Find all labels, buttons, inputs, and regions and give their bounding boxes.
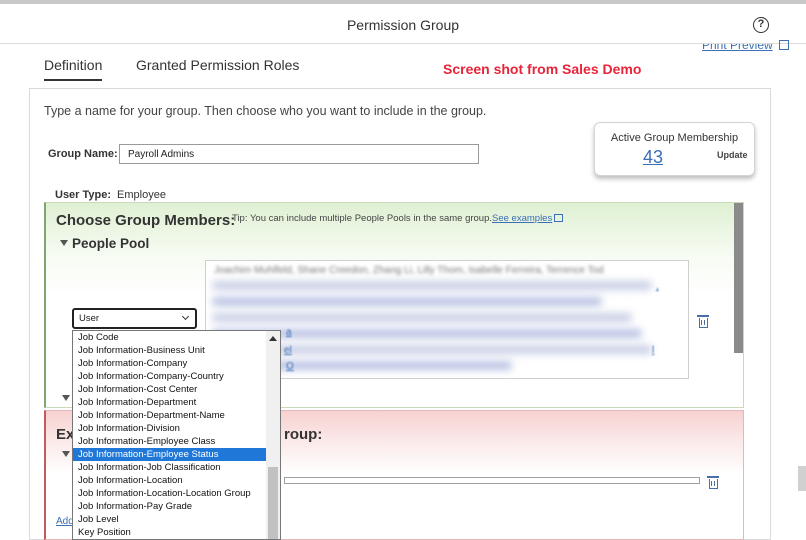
tip-label: Tip: You can include multiple People Poo… [232, 213, 493, 224]
dropdown-option-selected[interactable]: Job Information-Employee Status [73, 448, 266, 461]
blurred-row [212, 297, 602, 306]
dropdown-option[interactable]: Job Information-Company [73, 357, 266, 370]
blurred-row [212, 313, 632, 322]
delete-icon[interactable] [697, 315, 709, 328]
member-link[interactable]: a [286, 327, 292, 338]
member-link[interactable]: el [284, 345, 292, 356]
people-pool-title: People Pool [72, 236, 150, 251]
external-link-icon [554, 214, 564, 222]
membership-count[interactable]: 43 [643, 147, 663, 168]
external-link-icon [779, 40, 789, 50]
group-name-label: Group Name: [48, 148, 118, 160]
collapse-triangle-icon[interactable] [60, 240, 68, 246]
select-value: User [79, 313, 100, 324]
membership-card: Active Group Membership 43 Update [594, 122, 755, 176]
user-type-value: Employee [117, 189, 166, 201]
dropdown-option[interactable]: Job Information-Cost Center [73, 383, 266, 396]
title-bar: Permission Group ? [0, 0, 806, 44]
dropdown-scrollbar[interactable] [266, 331, 280, 539]
group-name-input[interactable] [119, 144, 479, 164]
page-scrollbar[interactable] [798, 466, 806, 491]
dropdown-option[interactable]: Job Information-Division [73, 422, 266, 435]
see-examples-link[interactable]: See examples [492, 213, 552, 224]
member-link[interactable]: , [656, 281, 659, 292]
dropdown-option[interactable]: Job Information-Location [73, 474, 266, 487]
dropdown-option[interactable]: Job Information-Company-Country [73, 370, 266, 383]
blurred-row [212, 281, 652, 290]
pool-member-names: Joachim Muhlfeld, Shane Creedon, Zhang L… [214, 265, 604, 276]
tab-granted-permission-roles[interactable]: Granted Permission Roles [136, 57, 299, 73]
dropdown-option[interactable]: Job Information-Business Unit [73, 344, 266, 357]
choose-members-title: Choose Group Members: [56, 212, 236, 229]
scroll-thumb[interactable] [268, 467, 278, 539]
intro-text: Type a name for your group. Then choose … [44, 104, 487, 118]
dropdown-option[interactable]: Job Level [73, 513, 266, 526]
dropdown-option[interactable]: Job Information-Department-Name [73, 409, 266, 422]
dropdown-option[interactable]: Job Information-Employee Class [73, 435, 266, 448]
annotation-text: Screen shot from Sales Demo [443, 61, 642, 77]
window-title: Permission Group [346, 17, 460, 33]
dropdown-option[interactable]: Job Information-Pay Grade [73, 500, 266, 513]
dropdown-option[interactable]: Job Information-Location-Location Group [73, 487, 266, 500]
dropdown-option[interactable]: Job Information-Department [73, 396, 266, 409]
delete-icon[interactable] [707, 476, 719, 489]
collapse-triangle-icon[interactable] [62, 395, 70, 401]
membership-label: Active Group Membership [610, 132, 739, 144]
dropdown-option[interactable]: Job Information-Job Classification [73, 461, 266, 474]
dropdown-option[interactable]: Key Position [73, 526, 266, 539]
tab-definition[interactable]: Definition [44, 57, 103, 81]
member-link[interactable]: O [286, 361, 294, 372]
user-type: User Type: Employee [55, 189, 166, 201]
dropdown-options: Job Code Job Information-Business Unit J… [73, 331, 266, 539]
member-link[interactable]: l [652, 345, 654, 356]
category-dropdown-list[interactable]: Job Code Job Information-Business Unit J… [72, 330, 281, 540]
chevron-down-icon [181, 312, 190, 321]
tip-text: Tip: You can include multiple People Poo… [232, 213, 564, 224]
dropdown-option[interactable]: Job Code [73, 331, 266, 344]
people-pool-header[interactable]: People Pool [60, 236, 149, 251]
exclude-title-end: roup: [284, 426, 323, 443]
update-button[interactable]: Update [717, 150, 748, 160]
help-icon[interactable]: ? [753, 17, 769, 33]
category-select[interactable]: User [72, 308, 197, 329]
user-type-label: User Type: [55, 189, 112, 201]
scroll-up-icon[interactable] [269, 336, 277, 341]
collapse-triangle-icon[interactable] [62, 451, 70, 457]
exclude-input[interactable] [284, 477, 700, 484]
section-scrollbar[interactable] [734, 203, 743, 353]
